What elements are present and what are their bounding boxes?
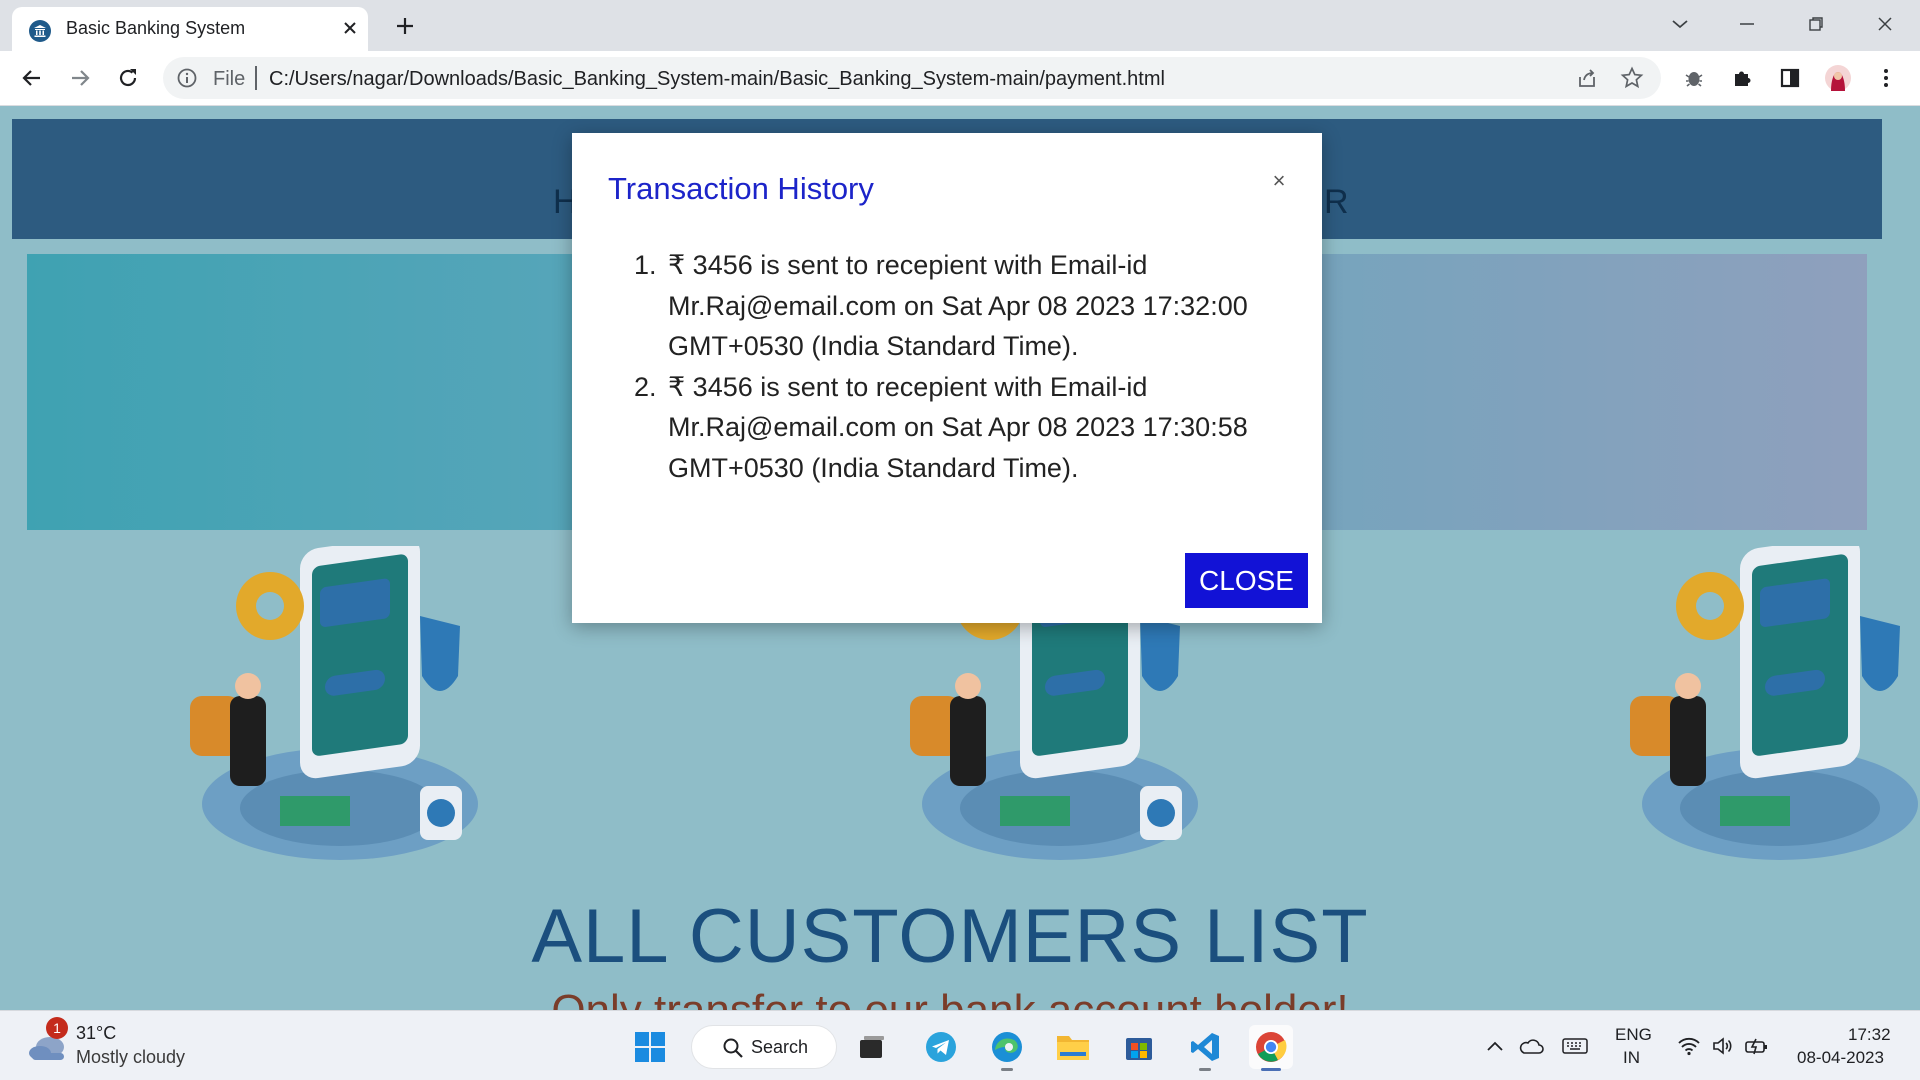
url-separator bbox=[255, 66, 257, 90]
show-hidden-icons-chevron-icon[interactable] bbox=[1482, 1033, 1508, 1059]
language-indicator[interactable]: ENG bbox=[1615, 1025, 1652, 1045]
transaction-text: ₹ 3456 is sent to recepient with Email-i… bbox=[668, 371, 1248, 483]
banking-illustration-image bbox=[1630, 546, 1918, 860]
active-indicator bbox=[1261, 1068, 1281, 1071]
language-region[interactable]: IN bbox=[1623, 1048, 1640, 1068]
microsoft-store-icon[interactable] bbox=[1117, 1025, 1161, 1069]
onedrive-cloud-icon[interactable] bbox=[1518, 1033, 1544, 1059]
modal-title: Transaction History bbox=[608, 171, 874, 206]
browser-menu-icon[interactable] bbox=[1868, 60, 1904, 96]
bank-favicon-icon bbox=[29, 20, 51, 42]
volume-icon[interactable] bbox=[1710, 1033, 1736, 1059]
tab-title: Basic Banking System bbox=[66, 18, 246, 38]
transaction-item: 1. ₹ 3456 is sent to recepient with Emai… bbox=[634, 245, 1254, 367]
keyboard-icon[interactable] bbox=[1562, 1033, 1588, 1059]
running-indicator bbox=[1001, 1068, 1013, 1071]
weather-temperature[interactable]: 31°C bbox=[76, 1023, 116, 1044]
file-explorer-icon[interactable] bbox=[1051, 1025, 1095, 1069]
transaction-text: ₹ 3456 is sent to recepient with Email-i… bbox=[668, 250, 1248, 361]
transaction-item: 2. ₹ 3456 is sent to recepient with Emai… bbox=[634, 367, 1254, 489]
transaction-number: 2. bbox=[634, 371, 657, 402]
browser-toolbar: File C:/Users/nagar/Downloads/Basic_Bank… bbox=[0, 51, 1920, 106]
restore-icon[interactable] bbox=[1796, 8, 1836, 40]
close-window-icon[interactable] bbox=[1865, 8, 1905, 40]
search-label: Search bbox=[751, 1037, 809, 1057]
transaction-list: 1. ₹ 3456 is sent to recepient with Emai… bbox=[634, 245, 1254, 488]
windows-start-icon[interactable] bbox=[628, 1025, 672, 1069]
url-text[interactable]: C:/Users/nagar/Downloads/Basic_Banking_S… bbox=[269, 68, 1165, 91]
url-scheme-label: File bbox=[213, 68, 246, 90]
edge-browser-icon[interactable] bbox=[985, 1025, 1029, 1071]
windows-taskbar: 1 31°C Mostly cloudy Search ENG IN 17:32… bbox=[0, 1010, 1920, 1080]
weather-notification-badge: 1 bbox=[46, 1017, 68, 1039]
modal-close-x-icon[interactable]: × bbox=[1267, 169, 1291, 193]
cloud-weather-icon[interactable] bbox=[28, 1033, 68, 1066]
task-view-icon[interactable] bbox=[850, 1025, 894, 1069]
side-panel-icon[interactable] bbox=[1772, 60, 1808, 96]
new-tab-button[interactable] bbox=[389, 10, 421, 42]
back-arrow-icon[interactable] bbox=[14, 60, 50, 96]
reload-icon[interactable] bbox=[110, 60, 146, 96]
telegram-icon[interactable] bbox=[919, 1025, 963, 1069]
bookmark-star-icon[interactable] bbox=[1618, 64, 1646, 92]
page-heading: ALL CUSTOMERS LIST bbox=[531, 894, 1369, 979]
forward-arrow-icon[interactable] bbox=[62, 60, 98, 96]
nav-link-fragment[interactable]: R bbox=[1324, 183, 1349, 222]
address-bar[interactable]: File C:/Users/nagar/Downloads/Basic_Bank… bbox=[163, 57, 1661, 99]
share-icon[interactable] bbox=[1573, 64, 1601, 92]
running-indicator bbox=[1199, 1068, 1211, 1071]
extension-bug-icon[interactable] bbox=[1676, 60, 1712, 96]
extensions-puzzle-icon[interactable] bbox=[1724, 60, 1760, 96]
browser-tab[interactable]: Basic Banking System bbox=[12, 7, 368, 51]
weather-description[interactable]: Mostly cloudy bbox=[76, 1047, 185, 1068]
minimize-icon[interactable] bbox=[1727, 8, 1767, 40]
tab-search-chevron-icon[interactable] bbox=[1660, 8, 1700, 40]
search-icon bbox=[722, 1037, 744, 1064]
site-info-icon[interactable] bbox=[176, 67, 198, 94]
transaction-history-modal: Transaction History × 1. ₹ 3456 is sent … bbox=[572, 133, 1322, 623]
vscode-icon[interactable] bbox=[1183, 1025, 1227, 1071]
browser-tabstrip: Basic Banking System bbox=[0, 0, 1920, 51]
chrome-icon[interactable] bbox=[1249, 1025, 1293, 1071]
clock-time[interactable]: 17:32 bbox=[1848, 1025, 1891, 1045]
page-subheading: Only transfer to our bank account holder… bbox=[0, 986, 1900, 1010]
wifi-icon[interactable] bbox=[1676, 1033, 1702, 1059]
close-tab-icon[interactable] bbox=[337, 15, 363, 41]
close-button[interactable]: CLOSE bbox=[1185, 553, 1308, 608]
clock-date[interactable]: 08-04-2023 bbox=[1797, 1048, 1884, 1068]
banking-illustration-image bbox=[190, 546, 478, 860]
taskbar-search-box[interactable]: Search bbox=[691, 1025, 837, 1069]
battery-charging-icon[interactable] bbox=[1744, 1033, 1770, 1059]
profile-avatar[interactable] bbox=[1820, 60, 1856, 96]
transaction-number: 1. bbox=[634, 250, 657, 280]
